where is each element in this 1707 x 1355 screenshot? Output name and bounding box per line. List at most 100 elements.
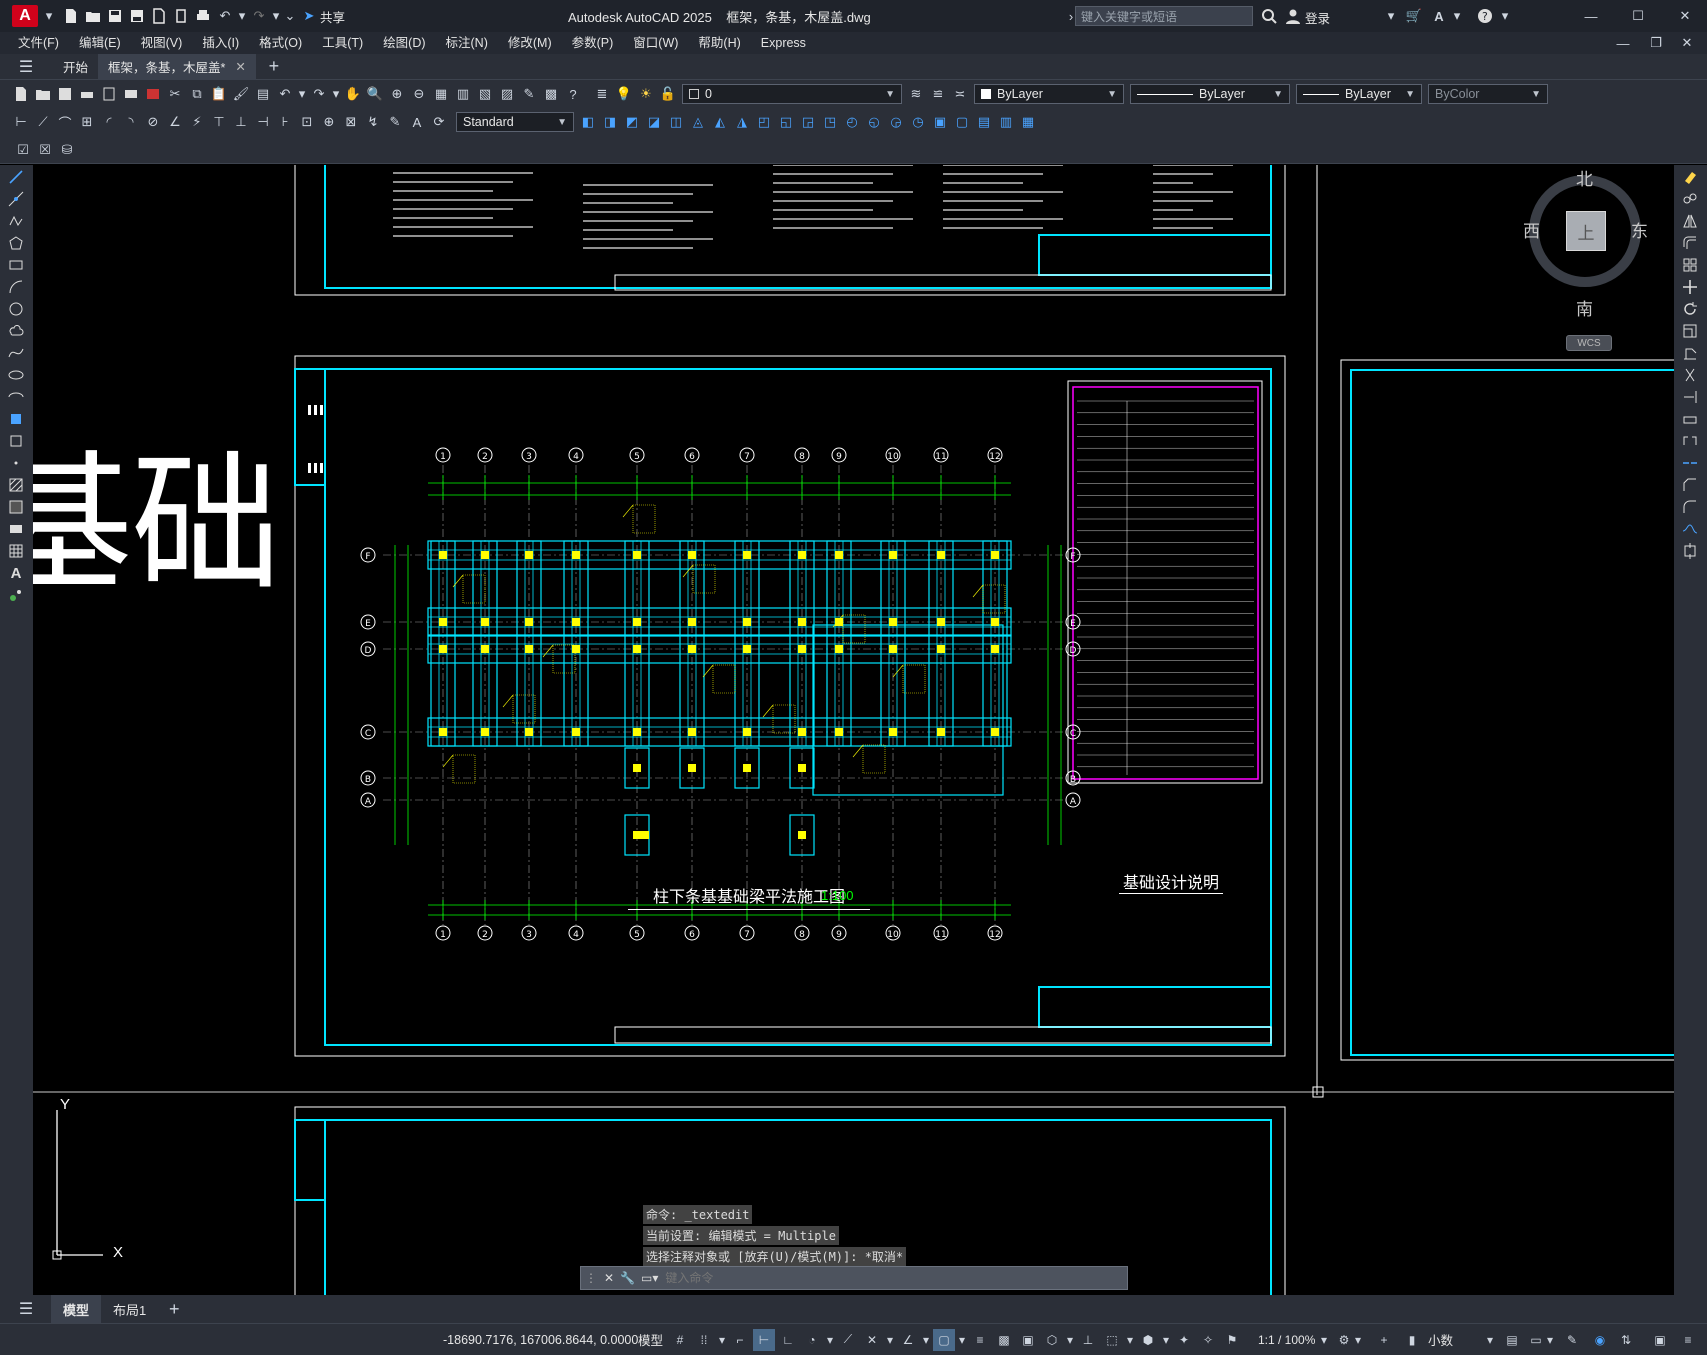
close-icon[interactable]: ✕ (1675, 6, 1695, 26)
check-standards-icon[interactable]: ☑ (13, 140, 33, 160)
zoom-realtime-icon[interactable]: 🔍 (365, 84, 385, 104)
array-icon[interactable] (1679, 255, 1701, 275)
break-icon[interactable] (1679, 431, 1701, 451)
3d-cylinder-icon[interactable]: ◫ (666, 112, 686, 132)
selection-cycling-icon[interactable]: ▣ (1017, 1329, 1039, 1351)
snap-icon[interactable]: ⁞⁞ (693, 1329, 715, 1351)
quick-dim-icon[interactable]: ⚡ (187, 112, 207, 132)
save-icon[interactable] (105, 6, 125, 26)
chevron-down-icon[interactable]: ▾ (1495, 6, 1515, 26)
line-icon[interactable] (5, 167, 27, 187)
customization-icon[interactable]: ≡ (1677, 1329, 1699, 1351)
dim-text-edit-icon[interactable]: A (407, 112, 427, 132)
tab-close-icon[interactable]: ✕ (235, 59, 245, 74)
offset-icon[interactable] (1679, 233, 1701, 253)
sheet-set-icon[interactable]: ▨ (497, 84, 517, 104)
stretch-icon[interactable] (1679, 343, 1701, 363)
paste-icon[interactable]: 📋 (209, 84, 229, 104)
diameter-dim-icon[interactable]: ⊘ (143, 112, 163, 132)
lineweight-dropdown[interactable]: ByLayer ▼ (1296, 84, 1422, 104)
layer-properties-icon[interactable]: ≣ (592, 84, 612, 104)
polar-icon[interactable]: ◔ (801, 1329, 823, 1351)
viewcube-north[interactable]: 北 (1576, 165, 1593, 190)
chevron-down-icon[interactable]: ▾ (1125, 1329, 1135, 1351)
circle-icon[interactable] (5, 299, 27, 319)
copy-object-icon[interactable] (1679, 189, 1701, 209)
3d-box-icon[interactable]: ◧ (578, 112, 598, 132)
3d-separate-icon[interactable]: ▤ (974, 112, 994, 132)
linear-dim-icon[interactable]: ⊢ (11, 112, 31, 132)
dim-space-icon[interactable]: ⊣ (253, 112, 273, 132)
chevron-down-icon[interactable]: ▾ (331, 84, 341, 104)
break-at-point-icon[interactable] (1679, 409, 1701, 429)
erase-icon[interactable] (1679, 167, 1701, 187)
match-properties-icon[interactable]: 🖌 (231, 84, 251, 104)
isodraft-icon[interactable]: ⟋ (837, 1329, 859, 1351)
chevron-down-icon[interactable]: ▾ (1353, 1329, 1363, 1351)
menu-edit[interactable]: 编辑(E) (69, 32, 131, 54)
close-command-icon[interactable]: ✕ (601, 1271, 617, 1285)
menu-file[interactable]: 文件(F) (8, 32, 69, 54)
copy-icon[interactable]: ⧉ (187, 84, 207, 104)
chevron-down-icon[interactable]: ▾ (717, 1329, 727, 1351)
annotation-scale-dropdown[interactable]: 1:1 / 100% (1258, 1333, 1315, 1347)
tab-start[interactable]: 开始 (53, 54, 98, 80)
layer-states-icon[interactable]: ≍ (950, 84, 970, 104)
viewcube[interactable]: 上 (1529, 175, 1641, 287)
help-icon[interactable]: ? (563, 84, 583, 104)
aligned-dim-icon[interactable]: ⟋ (33, 112, 53, 132)
rectangle-icon[interactable] (5, 255, 27, 275)
multiline-text-icon[interactable]: A (5, 563, 27, 583)
ordinate-dim-icon[interactable]: ⊞ (77, 112, 97, 132)
chevron-down-icon[interactable]: ▾ (825, 1329, 835, 1351)
block-editor-icon[interactable]: ▤ (253, 84, 273, 104)
fillet-icon[interactable] (1679, 497, 1701, 517)
search-icon[interactable] (1259, 6, 1279, 26)
chevron-down-icon[interactable]: ▾ (1479, 1329, 1501, 1351)
3d-subtract-icon[interactable]: ◳ (820, 112, 840, 132)
dim-break-icon[interactable]: ⊦ (275, 112, 295, 132)
dynamic-ucs-icon[interactable]: ⊥ (1077, 1329, 1099, 1351)
isolate-objects-icon[interactable]: ✎ (1561, 1329, 1583, 1351)
3d-slice-icon[interactable]: ◵ (864, 112, 884, 132)
3d-sphere-icon[interactable]: ◪ (644, 112, 664, 132)
polyline-icon[interactable] (5, 211, 27, 231)
configure-standards-icon[interactable]: ☒ (35, 140, 55, 160)
autodesk-icon[interactable]: A (1429, 6, 1449, 26)
command-input[interactable] (661, 1271, 1127, 1285)
3d-clean-icon[interactable]: ▦ (1018, 112, 1038, 132)
preview-icon[interactable] (99, 84, 119, 104)
qnew-icon[interactable] (11, 84, 31, 104)
auto-scale-icon[interactable]: ✧ (1197, 1329, 1219, 1351)
save-icon[interactable] (55, 84, 75, 104)
color-dropdown[interactable]: ByLayer ▼ (974, 84, 1124, 104)
linetype-dropdown[interactable]: ByLayer ▼ (1130, 84, 1290, 104)
mirror-icon[interactable] (1679, 211, 1701, 231)
redo-icon[interactable]: ↷ (249, 6, 269, 26)
trim-icon[interactable] (1679, 365, 1701, 385)
table-icon[interactable] (5, 541, 27, 561)
3d-shell-icon[interactable]: ▢ (952, 112, 972, 132)
tab-model[interactable]: 模型 (51, 1295, 102, 1323)
baseline-dim-icon[interactable]: ⊤ (209, 112, 229, 132)
new-file-icon[interactable] (61, 6, 81, 26)
user-icon[interactable] (1283, 6, 1303, 26)
menu-insert[interactable]: 插入(I) (192, 32, 249, 54)
chevron-down-icon[interactable]: ▾ (1447, 6, 1467, 26)
construction-line-icon[interactable] (5, 189, 27, 209)
chevron-down-icon[interactable]: ▾ (1545, 1329, 1555, 1351)
plotstyle-dropdown[interactable]: ByColor ▼ (1428, 84, 1548, 104)
ellipse-icon[interactable] (5, 365, 27, 385)
3d-check-icon[interactable]: ▥ (996, 112, 1016, 132)
publish-icon[interactable] (121, 84, 141, 104)
transparency-icon[interactable]: ▩ (993, 1329, 1015, 1351)
text-style-dropdown[interactable]: Standard ▼ (456, 112, 574, 132)
jogged-linear-icon[interactable]: ↯ (363, 112, 383, 132)
center-mark-icon[interactable]: ⊕ (319, 112, 339, 132)
annotation-visibility-icon[interactable]: ✦ (1173, 1329, 1195, 1351)
revision-cloud-icon[interactable] (5, 321, 27, 341)
menu-window[interactable]: 窗口(W) (623, 32, 688, 54)
new-tab-plus-icon[interactable]: + (264, 56, 284, 77)
drawing-canvas[interactable]: 1 1 2 2 3 3 4 4 5 5 6 6 7 7 8 8 9 9 10 10 11 11 12 12 F F E E D D C C B B… (33, 165, 1674, 1295)
cart-icon[interactable]: 🛒 (1404, 6, 1424, 26)
